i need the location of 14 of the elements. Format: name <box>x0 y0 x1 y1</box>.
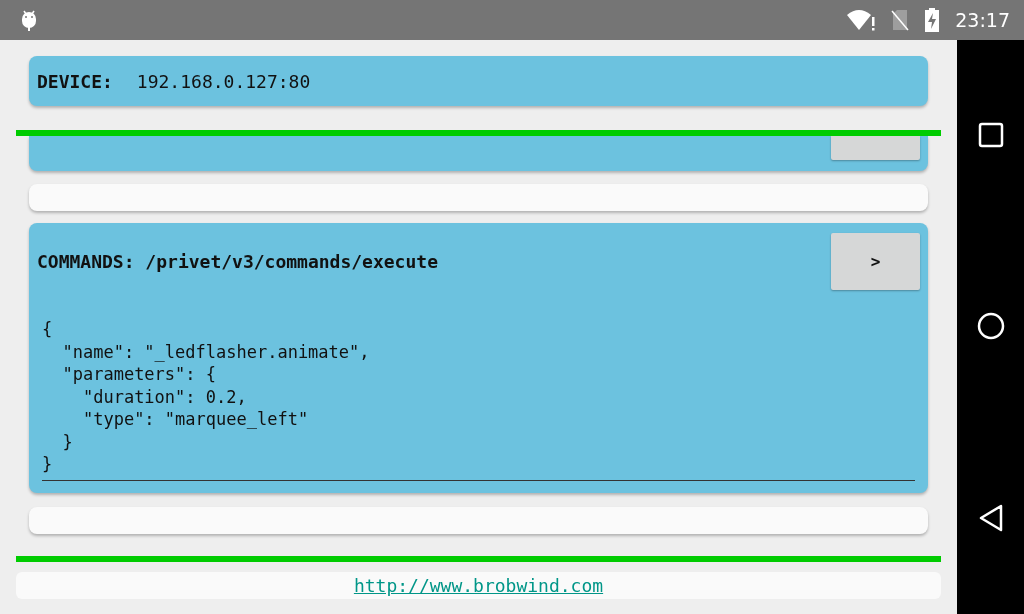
commands-label: COMMANDS: /privet/v3/commands/execute <box>37 250 438 274</box>
clock-time: 23:17 <box>955 7 1010 33</box>
recents-icon[interactable] <box>977 122 1004 148</box>
device-label: DEVICE: <box>37 69 113 94</box>
execute-button[interactable]: > <box>831 233 920 290</box>
android-icon <box>20 9 38 31</box>
back-icon[interactable] <box>977 504 1004 532</box>
json-input-field[interactable]: { "name": "_ledflasher.animate", "parameters": { "duration": 0.2, "type": "marquee_left" } } <box>42 314 915 481</box>
wifi-alert-icon <box>847 9 876 31</box>
website-link[interactable]: http://www.brobwind.com <box>353 572 604 599</box>
device-address: 192.168.0.127:80 <box>136 69 311 94</box>
no-sim-icon <box>891 9 910 31</box>
home-icon[interactable] <box>976 312 1005 340</box>
battery-charging-icon <box>925 8 940 32</box>
